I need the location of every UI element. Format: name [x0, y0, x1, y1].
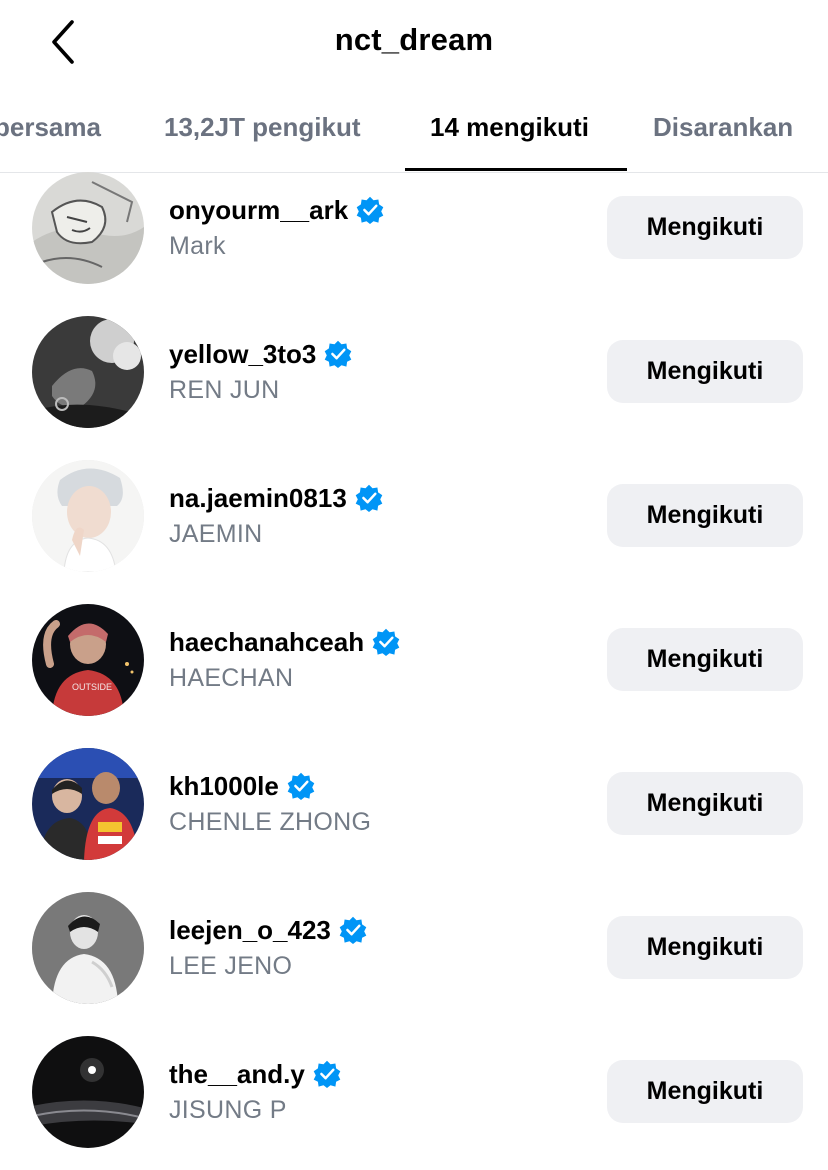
avatar[interactable]: [32, 892, 144, 1004]
following-button[interactable]: Mengikuti: [607, 916, 803, 979]
verified-badge-icon: [372, 628, 400, 656]
avatar[interactable]: OUTSIDE: [32, 604, 144, 716]
avatar[interactable]: [32, 172, 144, 284]
username: onyourm__ark: [169, 194, 349, 225]
username: haechanahceah: [169, 626, 365, 657]
avatar[interactable]: [32, 748, 144, 860]
username: kh1000le: [169, 770, 279, 801]
avatar[interactable]: [32, 1036, 144, 1148]
tab-mutual[interactable]: bersama: [0, 112, 101, 143]
verified-badge-icon: [356, 196, 384, 224]
list-item: OUTSIDE haechanahceah HAECHAN Mengikuti: [0, 604, 828, 748]
active-tab-indicator: [405, 168, 627, 171]
username-line[interactable]: onyourm__ark: [169, 190, 384, 230]
tab-suggested[interactable]: Disarankan: [653, 112, 793, 143]
username-line[interactable]: haechanahceah: [169, 622, 400, 662]
top-bar: nct_dream: [0, 0, 828, 84]
username-line[interactable]: leejen_o_423: [169, 910, 367, 950]
full-name: JAEMIN: [169, 520, 263, 548]
list-item: kh1000le CHENLE ZHONG Mengikuti: [0, 748, 828, 892]
full-name: Mark: [169, 232, 226, 260]
list-item: leejen_o_423 LEE JENO Mengikuti: [0, 892, 828, 1036]
page-title: nct_dream: [334, 22, 494, 57]
verified-badge-icon: [325, 340, 352, 368]
full-name: CHENLE ZHONG: [169, 808, 372, 836]
list-item: onyourm__ark Mark Mengikuti: [0, 172, 828, 316]
avatar[interactable]: [32, 316, 144, 428]
tab-bar: bersama 13,2JT pengikut 14 mengikuti Dis…: [0, 96, 828, 173]
verified-badge-icon: [339, 916, 367, 944]
username: na.jaemin0813: [169, 482, 347, 513]
following-button[interactable]: Mengikuti: [607, 772, 803, 835]
username-line[interactable]: yellow_3to3: [169, 334, 352, 374]
avatar[interactable]: [32, 460, 144, 572]
following-button[interactable]: Mengikuti: [607, 628, 803, 691]
username-line[interactable]: the__and.y: [169, 1054, 341, 1094]
tab-following[interactable]: 14 mengikuti: [430, 112, 589, 143]
svg-text:OUTSIDE: OUTSIDE: [72, 682, 112, 692]
list-item: na.jaemin0813 JAEMIN Mengikuti: [0, 460, 828, 604]
verified-badge-icon: [355, 484, 383, 512]
username: leejen_o_423: [169, 914, 331, 945]
username-line[interactable]: na.jaemin0813: [169, 478, 383, 518]
list-item: yellow_3to3 REN JUN Mengikuti: [0, 316, 828, 460]
username-line[interactable]: kh1000le: [169, 766, 315, 806]
following-button[interactable]: Mengikuti: [607, 340, 803, 403]
following-button[interactable]: Mengikuti: [607, 1060, 803, 1123]
following-button[interactable]: Mengikuti: [607, 484, 803, 547]
full-name: LEE JENO: [169, 952, 293, 980]
verified-badge-icon: [287, 772, 315, 800]
username: yellow_3to3: [169, 338, 317, 369]
verified-badge-icon: [313, 1060, 341, 1088]
following-button[interactable]: Mengikuti: [607, 196, 803, 259]
list-item: the__and.y JISUNG P Mengikuti: [0, 1036, 828, 1170]
tab-followers[interactable]: 13,2JT pengikut: [164, 112, 361, 143]
following-list-screen: nct_dream bersama 13,2JT pengikut 14 men…: [0, 0, 828, 1170]
full-name: REN JUN: [169, 376, 280, 404]
username: the__and.y: [169, 1058, 305, 1089]
full-name: JISUNG P: [169, 1096, 287, 1124]
full-name: HAECHAN: [169, 664, 294, 692]
